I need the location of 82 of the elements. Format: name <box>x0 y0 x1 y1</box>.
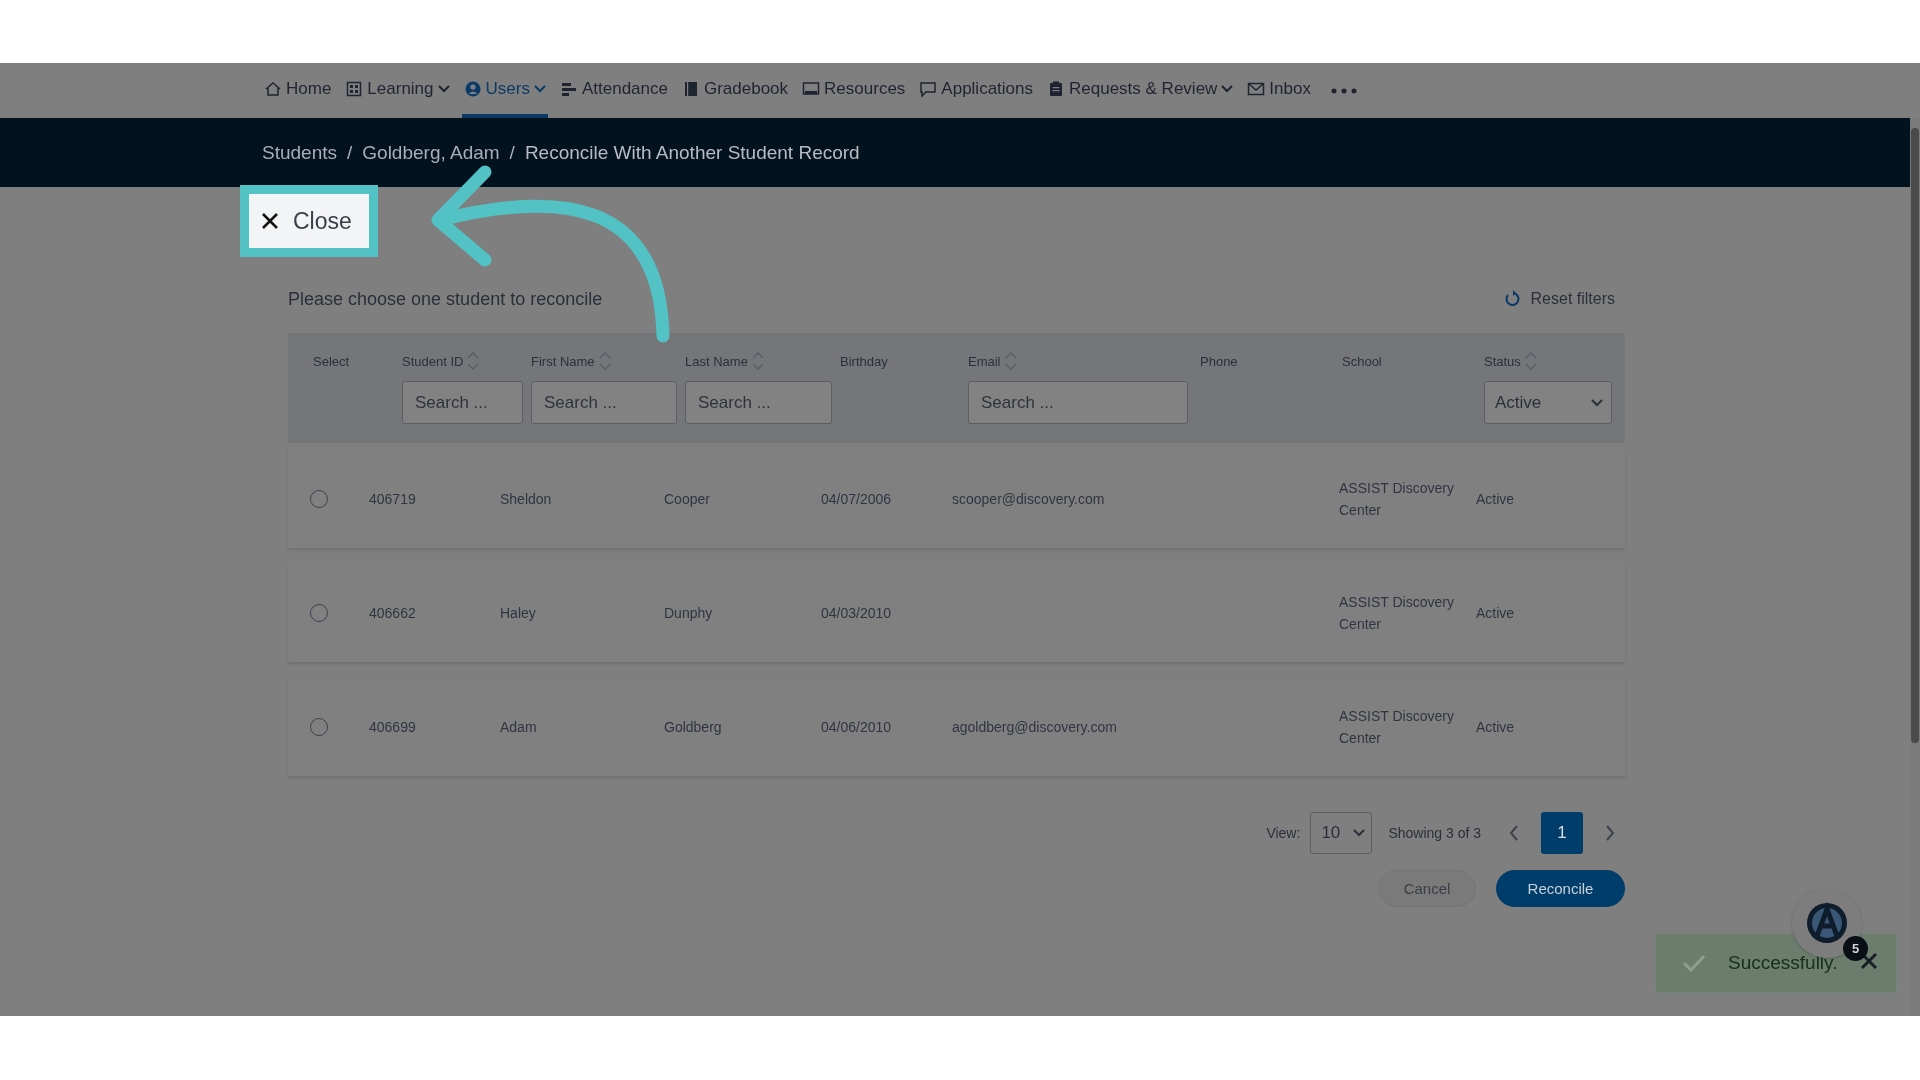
logo-icon <box>1806 902 1848 944</box>
table-cell-text: 04/03/2010 <box>821 605 893 621</box>
nav-tab[interactable]: Inbox <box>1245 63 1313 118</box>
breadcrumb-separator: / <box>347 141 353 164</box>
table-cell-text: Goldberg <box>664 719 723 735</box>
column-header: First Name <box>531 353 595 369</box>
search-field[interactable]: Search ... <box>968 381 1188 424</box>
monitor-icon <box>802 79 821 98</box>
view-label: View: <box>1266 825 1301 841</box>
reset-filters-button[interactable]: Reset filters <box>1504 290 1615 308</box>
sort-icon[interactable] <box>751 351 764 371</box>
table-cell-text: ASSIST Discovery Center <box>1339 479 1455 520</box>
nav-tab[interactable]: Home <box>262 63 334 118</box>
nav-tab[interactable]: Gradebook <box>679 63 791 118</box>
user-icon <box>463 79 482 98</box>
table-cell-text: 406719 <box>369 491 417 507</box>
clipboard-icon <box>1047 79 1065 98</box>
more-icon[interactable] <box>1330 87 1357 94</box>
column-header: Phone <box>1200 353 1238 369</box>
table-cell: scooper@discovery.com <box>952 491 1105 507</box>
table-cell-text: 406699 <box>369 719 417 735</box>
nav-tab[interactable]: Learning <box>343 63 452 118</box>
search-field[interactable]: Search ... <box>402 381 523 424</box>
table-cell-text: 04/07/2006 <box>821 491 893 507</box>
student-row[interactable]: 406719 Sheldon Cooper 04/07/2006 scooper@discovery.com ASSIST Discovery Center Active <box>288 450 1625 548</box>
table-cell-text: 406662 <box>369 605 417 621</box>
table-cell-text: Active <box>1476 491 1516 507</box>
page-size-dropdown[interactable]: 10 <box>1310 812 1373 854</box>
chat-icon <box>919 79 938 98</box>
close-icon[interactable] <box>1860 952 1878 970</box>
sort-icon[interactable] <box>467 351 480 371</box>
reconcile-button[interactable]: Reconcile <box>1496 870 1625 907</box>
table-cell: agoldberg@discovery.com <box>952 719 1117 735</box>
refresh-icon <box>1504 290 1521 308</box>
toast-message: Successfully. <box>1728 952 1838 974</box>
sort-icon[interactable] <box>1004 351 1017 371</box>
chevron-right-icon[interactable] <box>1605 825 1615 841</box>
breadcrumb-link[interactable]: Goldberg, Adam <box>362 141 500 164</box>
check-icon <box>1682 954 1706 972</box>
column-header: Status <box>1484 353 1521 369</box>
chevron-left-icon[interactable] <box>1509 825 1519 841</box>
table-cell-text: Sheldon <box>500 491 553 507</box>
student-row[interactable]: 406662 Haley Dunphy 04/03/2010 ASSIST Discovery Center Active <box>288 564 1625 662</box>
table-cell-text: Dunphy <box>664 605 714 621</box>
caret-icon <box>1353 829 1366 837</box>
status-dropdown[interactable]: Active <box>1484 381 1612 424</box>
cancel-button[interactable]: Cancel <box>1378 870 1476 907</box>
home-icon <box>264 79 282 98</box>
breadcrumb-separator: / <box>509 141 515 164</box>
table-cell-text: Active <box>1476 719 1516 735</box>
table-cell-text: Cooper <box>664 491 711 507</box>
table-cell-text: ASSIST Discovery Center <box>1339 707 1455 748</box>
table-cell-text: Adam <box>500 719 538 735</box>
nav-tab[interactable]: Attendance <box>557 63 670 118</box>
caret-icon <box>1591 398 1603 407</box>
student-row[interactable]: 406699 Adam Goldberg 04/06/2010 agoldberg@discovery.com ASSIST Discovery Center Active <box>288 678 1625 776</box>
grid-icon <box>345 79 364 98</box>
search-field[interactable]: Search ... <box>685 381 832 424</box>
table-cell-text: Active <box>1476 605 1516 621</box>
column-header: Last Name <box>685 353 748 369</box>
column-header: Birthday <box>840 353 888 369</box>
page-button[interactable]: 1 <box>1541 812 1583 854</box>
table-cell-text: Haley <box>500 605 537 621</box>
sort-icon[interactable] <box>598 351 611 371</box>
column-header: Select <box>313 353 350 369</box>
sort-icon[interactable] <box>1524 351 1537 371</box>
table-cell-text: 04/06/2010 <box>821 719 893 735</box>
breadcrumb-link[interactable]: Students <box>262 141 337 164</box>
search-field[interactable]: Search ... <box>531 381 677 424</box>
close-button[interactable]: Close <box>240 185 378 257</box>
instruction-text: Please choose one student to reconcile <box>288 288 603 310</box>
table-cell-text: ASSIST Discovery Center <box>1339 593 1455 634</box>
column-header: Student ID <box>402 353 464 369</box>
nav-tab[interactable]: Applications <box>917 63 1035 118</box>
scrollbar-thumb[interactable] <box>1911 128 1919 743</box>
column-header: School <box>1342 353 1382 369</box>
close-icon <box>261 212 279 230</box>
showing-text: Showing 3 of 3 <box>1388 825 1481 841</box>
nav-tab[interactable]: Requests & Review <box>1045 63 1236 118</box>
help-button[interactable] <box>1792 888 1862 958</box>
column-header: Email <box>968 353 1001 369</box>
nav-tab[interactable]: Resources <box>800 63 908 118</box>
